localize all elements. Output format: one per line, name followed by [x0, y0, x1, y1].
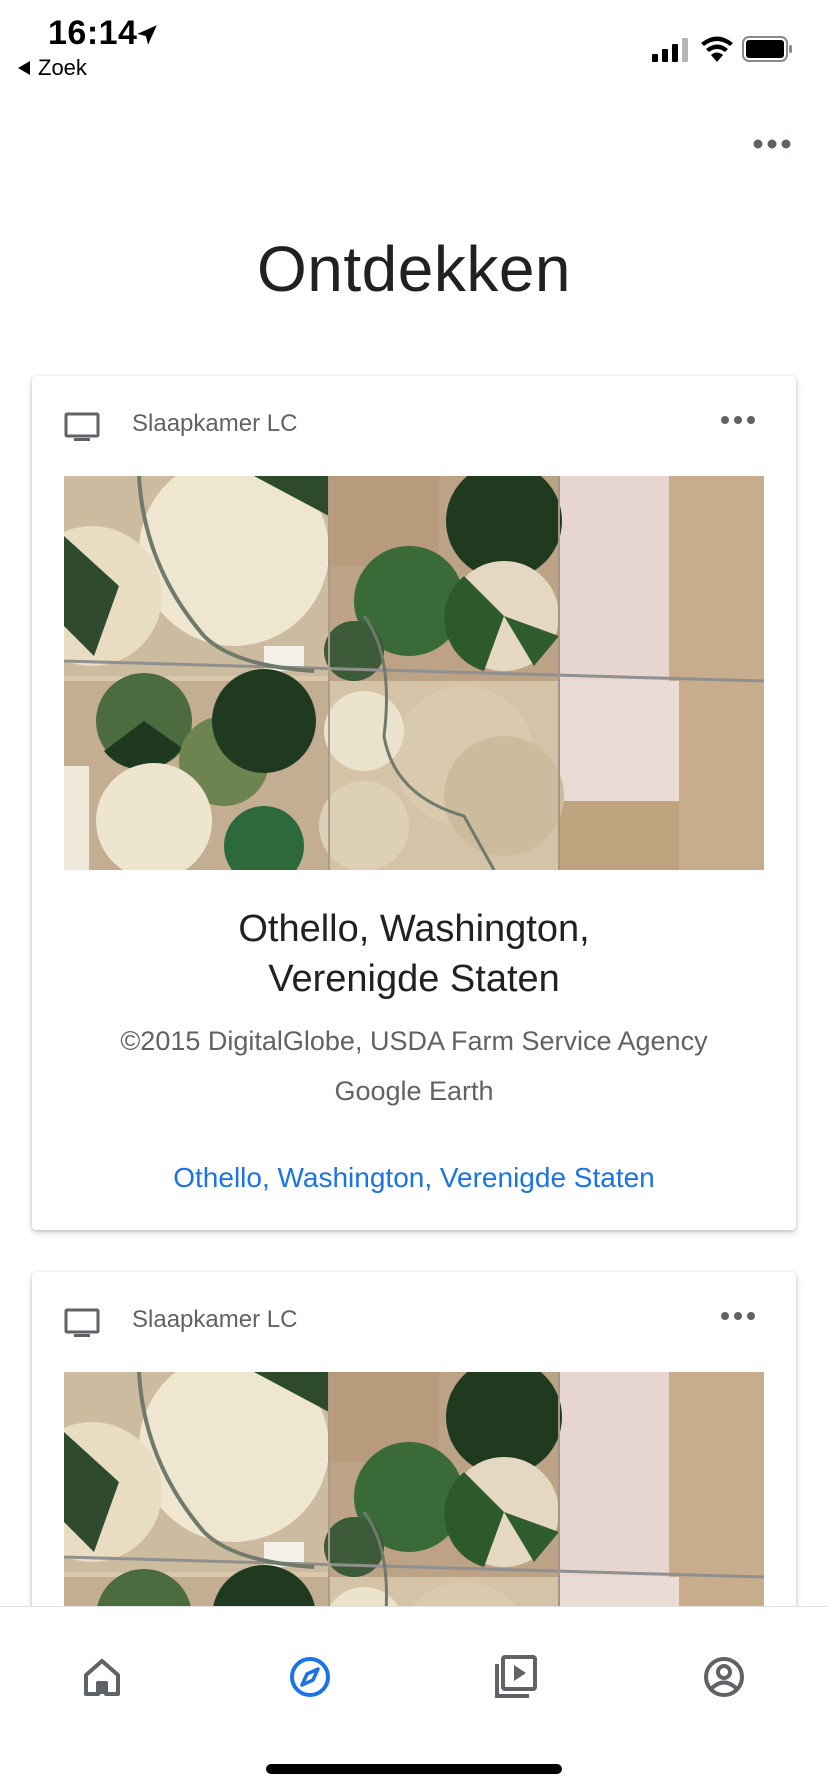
signal-icon: [652, 38, 688, 62]
card-credit-line1: ©2015 DigitalGlobe, USDA Farm Service Ag…: [120, 1026, 708, 1056]
card-title: Othello, Washington, Verenigde Staten: [72, 904, 756, 1004]
compass-icon: [290, 1657, 330, 1697]
back-to-app-button[interactable]: Zoek: [18, 55, 87, 81]
nav-discover[interactable]: [280, 1647, 340, 1707]
nav-account[interactable]: [694, 1647, 754, 1707]
media-icon: [495, 1655, 537, 1698]
card-header: Slaapkamer LC: [32, 376, 796, 472]
device-name: Slaapkamer LC: [132, 410, 298, 437]
status-time: 16:14: [48, 14, 138, 52]
more-options-icon[interactable]: [752, 138, 792, 150]
card-credit-line2: Google Earth: [334, 1076, 494, 1106]
card-header: Slaapkamer LC: [32, 1272, 796, 1368]
card-location-link[interactable]: Othello, Washington, Verenigde Staten: [52, 1162, 776, 1194]
location-arrow-icon: [137, 25, 157, 45]
tv-icon: [64, 1308, 100, 1337]
device-name: Slaapkamer LC: [132, 1306, 298, 1333]
status-bar: 16:14 Zoek: [0, 0, 828, 84]
battery-icon: [742, 36, 792, 62]
card-more-options-icon[interactable]: [720, 1310, 756, 1322]
card-title-line2: Verenigde Staten: [268, 958, 560, 1000]
home-icon: [84, 1659, 120, 1696]
page-title: Ontdekken: [256, 233, 572, 305]
satellite-image[interactable]: [64, 476, 764, 870]
account-icon: [704, 1657, 744, 1697]
tv-icon: [64, 412, 100, 441]
nav-media[interactable]: [486, 1647, 546, 1707]
discover-card[interactable]: Slaapkamer LC Othello, Washington, Veren…: [32, 376, 796, 1230]
card-credit: ©2015 DigitalGlobe, USDA Farm Service Ag…: [52, 1016, 776, 1116]
card-more-options-icon[interactable]: [720, 414, 756, 426]
home-indicator[interactable]: [266, 1764, 562, 1774]
back-triangle-icon: [18, 61, 30, 75]
nav-home[interactable]: [72, 1647, 132, 1707]
wifi-icon: [701, 36, 733, 62]
card-title-line1: Othello, Washington,: [238, 908, 590, 950]
back-label: Zoek: [38, 55, 87, 80]
